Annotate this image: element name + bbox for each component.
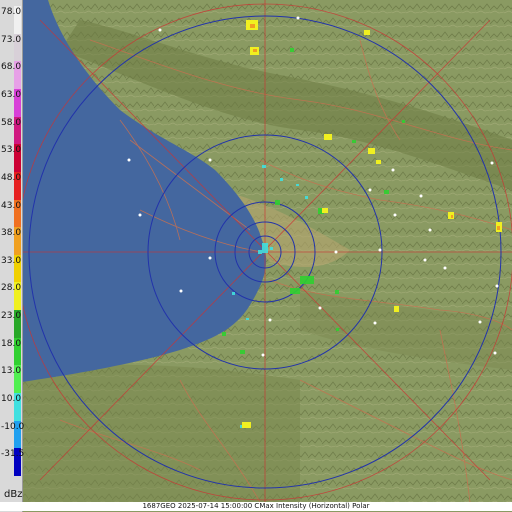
legend-label: 23.0 (1, 311, 22, 322)
legend-label: 48.0 (1, 172, 22, 183)
legend-unit: dBz (4, 489, 23, 500)
legend-label: 33.0 (1, 255, 22, 266)
radar-caption: 1687GEO 2025-07-14 15:00:00 CMax Intensi… (0, 502, 512, 511)
legend-label: 63.0 (1, 89, 22, 100)
legend-label: -31.5 (1, 449, 25, 460)
legend-label: 38.0 (1, 228, 22, 239)
legend-label: -10.0 (1, 421, 25, 432)
radar-viewer: { "caption": "1687GEO 2025-07-14 15:00:0… (0, 0, 512, 512)
legend-label: 58.0 (1, 117, 22, 128)
dbz-color-legend: 78.0 73.0 68.0 63.0 58.0 53.0 48.0 43.0 38.0 33.0… (0, 0, 25, 512)
legend-label: 28.0 (1, 283, 22, 294)
mountain-range-southwest (22, 364, 300, 502)
legend-label: 18.0 (1, 338, 22, 349)
legend-label: 78.0 (1, 7, 22, 17)
legend-label: 68.0 (1, 62, 22, 73)
legend-label: 73.0 (1, 34, 22, 45)
legend-label: 53.0 (1, 145, 22, 156)
legend-label: 10.0 (1, 394, 22, 405)
legend-label: 43.0 (1, 200, 22, 211)
legend-label: 13.0 (1, 366, 22, 377)
radar-map (22, 0, 512, 502)
